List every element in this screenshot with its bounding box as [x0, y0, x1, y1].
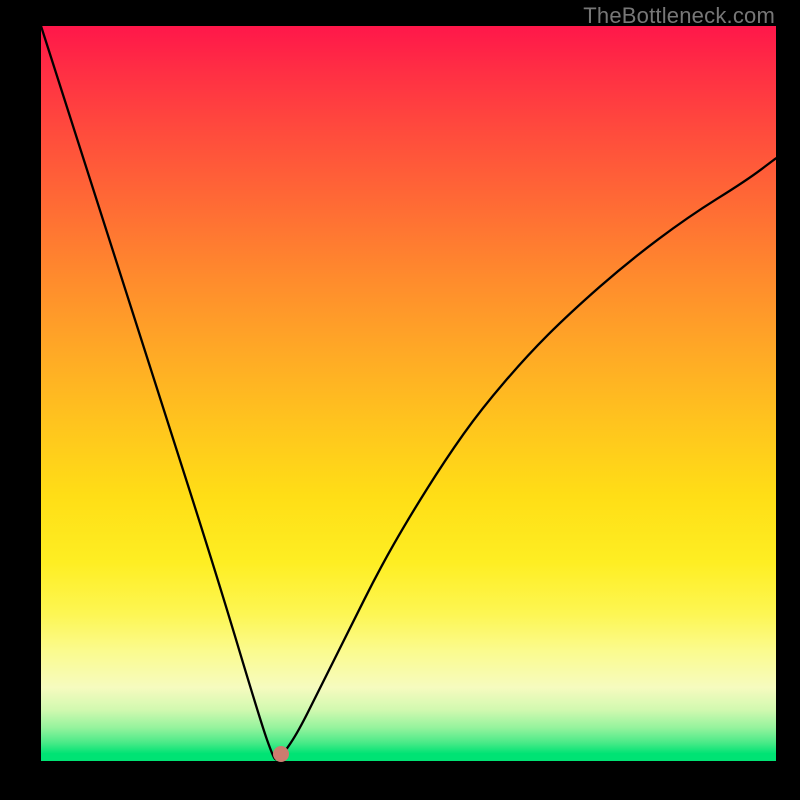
optimal-point-marker	[273, 746, 289, 762]
bottleneck-curve	[41, 26, 776, 761]
plot-area	[41, 26, 776, 761]
chart-stage: TheBottleneck.com	[0, 0, 800, 800]
